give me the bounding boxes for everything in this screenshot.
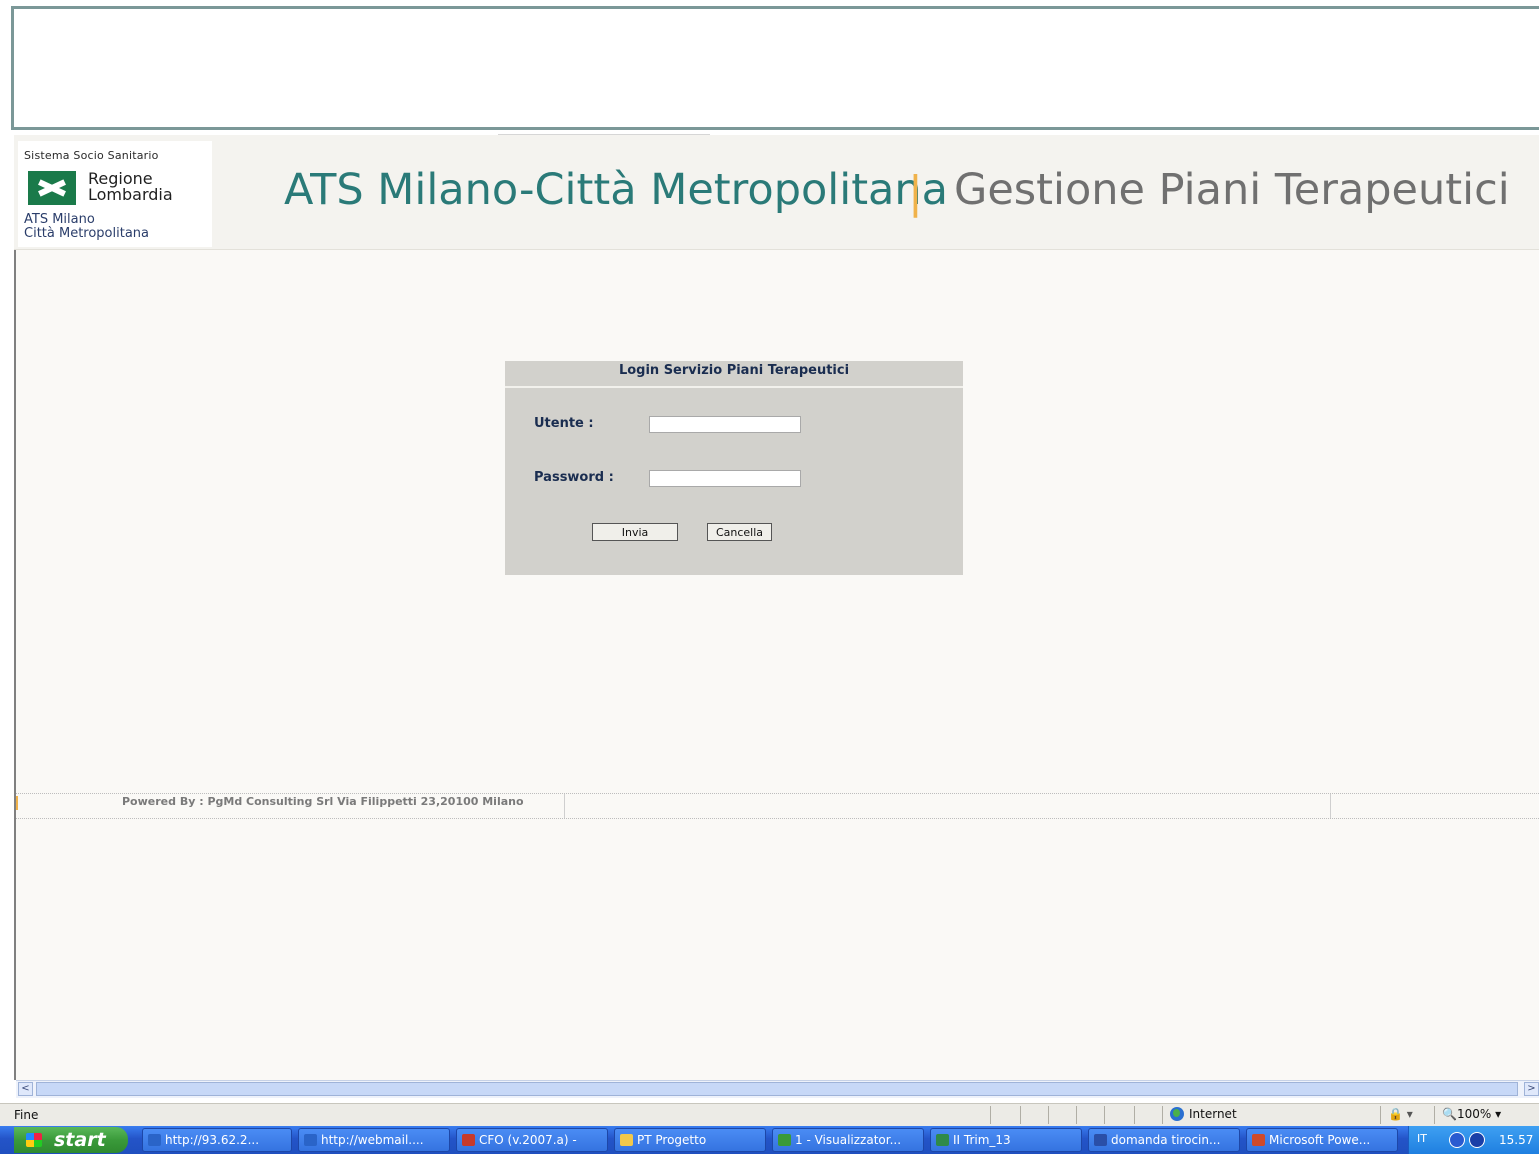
password-label: Password :	[534, 470, 614, 485]
taskbar-item-label: http://webmail....	[321, 1133, 424, 1147]
globe-icon	[1170, 1107, 1184, 1121]
regione-lombardia-logo[interactable]: Sistema Socio Sanitario Regione Lombardi…	[18, 141, 212, 247]
taskbar-item-label: Microsoft Powe...	[1269, 1133, 1371, 1147]
status-divider	[1380, 1106, 1381, 1124]
status-divider	[990, 1106, 991, 1124]
application-icon	[462, 1134, 475, 1146]
status-divider	[1434, 1106, 1435, 1124]
taskbar-item-label: CFO (v.2007.a) -	[479, 1133, 577, 1147]
login-panel: Login Servizio Piani Terapeutici Utente …	[505, 361, 963, 575]
user-input[interactable]	[649, 416, 801, 433]
protected-mode-icon[interactable]: 🔒 ▾	[1388, 1107, 1413, 1121]
scroll-thumb[interactable]	[36, 1082, 1518, 1096]
status-divider	[1076, 1106, 1077, 1124]
start-button[interactable]: start	[14, 1127, 128, 1153]
taskbar-item[interactable]: Microsoft Powe...	[1246, 1128, 1398, 1152]
zoom-control[interactable]: 🔍100% ▾	[1442, 1107, 1501, 1121]
ie-icon	[148, 1134, 161, 1146]
status-divider	[1162, 1106, 1163, 1124]
browser-statusbar: Fine Internet 🔒 ▾ 🔍100% ▾	[0, 1103, 1539, 1126]
start-label: start	[54, 1129, 106, 1151]
status-divider	[1134, 1106, 1135, 1124]
taskbar-item-label: PT Progetto	[637, 1133, 707, 1147]
logo-sub-line2: Città Metropolitana	[24, 226, 150, 241]
status-divider	[1104, 1106, 1105, 1124]
clock: 15.57	[1499, 1133, 1534, 1147]
powerpoint-icon	[1252, 1134, 1265, 1146]
taskbar-item[interactable]: 1 - Visualizzator...	[772, 1128, 924, 1152]
footer-mark	[16, 796, 18, 810]
taskbar-item[interactable]: domanda tirocin...	[1088, 1128, 1240, 1152]
taskbar-item-label: http://93.62.2...	[165, 1133, 260, 1147]
app-subtitle: Gestione Piani Terapeutici	[954, 165, 1510, 215]
excel-icon	[936, 1134, 949, 1146]
tray-app-icon[interactable]	[1469, 1132, 1485, 1148]
language-indicator[interactable]: IT	[1417, 1132, 1427, 1145]
taskbar-item-label: 1 - Visualizzator...	[795, 1133, 902, 1147]
powered-by-text: Powered By : PgMd Consulting Srl Via Fil…	[122, 795, 524, 808]
logo-top-text: Sistema Socio Sanitario	[24, 149, 159, 162]
taskbar-item-label: II Trim_13	[953, 1133, 1011, 1147]
logo-sub-line1: ATS Milano	[24, 212, 95, 227]
title-separator: |	[908, 167, 923, 218]
horizontal-scrollbar[interactable]: < >	[16, 1080, 1539, 1098]
folder-icon	[620, 1134, 633, 1146]
taskbar-item[interactable]: http://93.62.2...	[142, 1128, 292, 1152]
footer-divider	[564, 794, 565, 818]
image-viewer-icon	[778, 1134, 791, 1146]
submit-button[interactable]: Invia	[592, 523, 678, 541]
word-icon	[1094, 1134, 1107, 1146]
windows-taskbar: start http://93.62.2... http://webmail..…	[0, 1126, 1539, 1154]
windows-logo-icon	[26, 1133, 42, 1147]
taskbar-item-label: domanda tirocin...	[1111, 1133, 1221, 1147]
status-divider	[1020, 1106, 1021, 1124]
site-header: Sistema Socio Sanitario Regione Lombardi…	[14, 135, 1539, 250]
status-text: Fine	[14, 1108, 39, 1122]
user-label: Utente :	[534, 416, 594, 431]
cancel-button[interactable]: Cancella	[707, 523, 772, 541]
taskbar-item[interactable]: PT Progetto	[614, 1128, 766, 1152]
login-title: Login Servizio Piani Terapeutici	[505, 361, 963, 388]
ie-icon	[304, 1134, 317, 1146]
lombardia-rose-icon	[28, 171, 76, 205]
system-tray: IT 15.57	[1408, 1126, 1539, 1154]
footer-bar: Powered By : PgMd Consulting Srl Via Fil…	[16, 793, 1539, 819]
app-title: ATS Milano-Città Metropolitana	[284, 165, 949, 215]
taskbar-item[interactable]: CFO (v.2007.a) -	[456, 1128, 608, 1152]
scroll-left-arrow-icon[interactable]: <	[18, 1082, 33, 1096]
zone-label: Internet	[1189, 1107, 1237, 1121]
footer-divider	[1330, 794, 1331, 818]
security-zone[interactable]: Internet	[1170, 1107, 1237, 1121]
scroll-right-arrow-icon[interactable]: >	[1524, 1082, 1539, 1096]
status-divider	[1048, 1106, 1049, 1124]
logo-name-line2: Lombardia	[88, 185, 173, 204]
tray-arrow-icon[interactable]	[1449, 1132, 1465, 1148]
taskbar-item[interactable]: II Trim_13	[930, 1128, 1082, 1152]
taskbar-item[interactable]: http://webmail....	[298, 1128, 450, 1152]
top-frame	[11, 6, 1539, 130]
password-input[interactable]	[649, 470, 801, 487]
